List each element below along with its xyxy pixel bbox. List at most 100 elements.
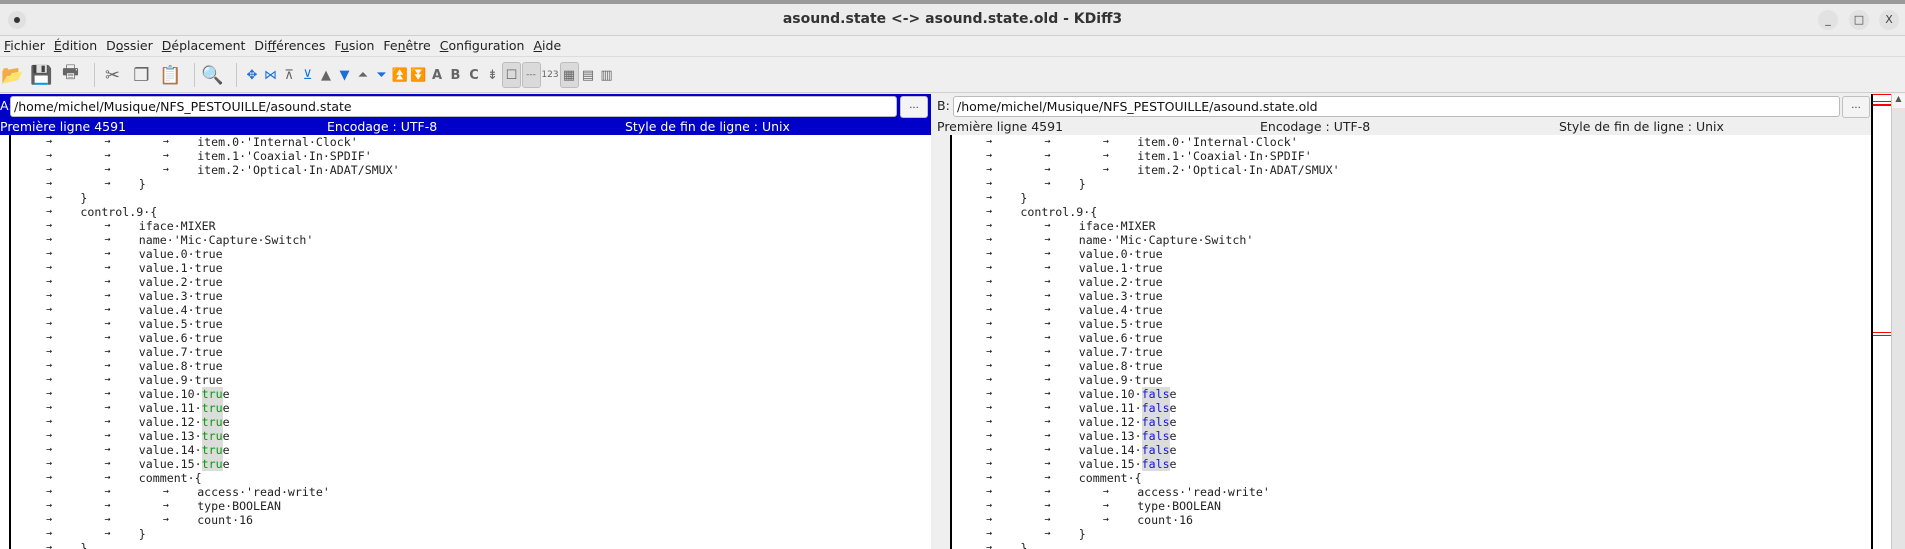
- code-line: → → → item.1·'Coaxial·In·SPDIF': [0, 149, 931, 163]
- window-title: asound.state <-> asound.state.old - KDif…: [782, 11, 1123, 27]
- menu-configuration[interactable]: Configuration: [436, 36, 530, 56]
- cut-icon[interactable]: ✂: [101, 62, 124, 88]
- tab-marker-icon: →: [1102, 136, 1109, 147]
- tab-marker-icon: →: [986, 472, 993, 483]
- prev-unsolved-conflict-icon[interactable]: ⏫: [391, 62, 409, 88]
- tab-marker-icon: →: [104, 234, 111, 245]
- tab-marker-icon: →: [986, 290, 993, 301]
- pane-a-text[interactable]: → → → item.0·'Internal·Clock' → → → item.1·'Coa…: [0, 135, 931, 549]
- line-numbers-icon[interactable]: 123: [541, 62, 559, 88]
- paste-icon[interactable]: 📋: [159, 62, 182, 88]
- tab-marker-icon: →: [46, 430, 53, 441]
- code-line: → → → item.0·'Internal·Clock': [0, 135, 931, 149]
- tab-marker-icon: →: [162, 150, 169, 161]
- next-conflict-icon[interactable]: ⏷: [373, 62, 391, 88]
- copy-icon[interactable]: ❐: [130, 62, 153, 88]
- tab-marker-icon: →: [986, 220, 993, 231]
- changed-text: fals: [1141, 429, 1170, 443]
- pane-a-browse-button[interactable]: ...: [900, 96, 928, 118]
- go-top-icon[interactable]: ⊼: [280, 62, 298, 88]
- open-icon[interactable]: 📂: [1, 62, 24, 88]
- line-text: value.8·true: [139, 359, 223, 373]
- menu-déplacement[interactable]: Déplacement: [158, 36, 251, 56]
- save-icon[interactable]: 💾: [30, 62, 53, 88]
- tab-marker-icon: →: [162, 164, 169, 175]
- tab-marker-icon: →: [104, 332, 111, 343]
- line-text-content: control.9·{: [80, 205, 158, 219]
- menu-label-part: férences: [276, 38, 326, 53]
- line-text: value.10·true: [139, 387, 230, 401]
- tab-marker-icon: →: [1102, 486, 1109, 497]
- pane-b-browse-button[interactable]: ...: [1842, 96, 1870, 118]
- go-current-conflict-icon[interactable]: ⋈: [262, 62, 280, 88]
- line-text: value.6·true: [1079, 331, 1163, 345]
- overview-marker: [1873, 335, 1891, 336]
- line-text-content: item.0·'Internal·Clock': [1137, 135, 1298, 149]
- scroll-up-icon[interactable]: ▲: [1892, 94, 1905, 108]
- tab-marker-icon: →: [46, 416, 53, 427]
- go-bottom-icon[interactable]: ⊻: [299, 62, 317, 88]
- code-line: → → → type·BOOLEAN: [950, 499, 1871, 513]
- tab-marker-icon: →: [986, 332, 993, 343]
- line-text-rest: e: [222, 401, 230, 415]
- tab-marker-icon: →: [46, 472, 53, 483]
- show-whitespace-chars-icon[interactable]: ---: [521, 62, 541, 88]
- menu-fichier[interactable]: Fichier: [0, 36, 50, 56]
- changed-text: fals: [1141, 387, 1170, 401]
- menu-différences[interactable]: Différences: [250, 36, 330, 56]
- go-current-delta-icon[interactable]: ✥: [243, 62, 261, 88]
- prev-conflict-icon[interactable]: ⏶: [354, 62, 372, 88]
- menu-édition[interactable]: Édition: [50, 36, 102, 56]
- window-split-alt-icon[interactable]: ▥: [598, 62, 616, 88]
- tab-marker-icon: →: [104, 304, 111, 315]
- line-text: }: [1020, 541, 1027, 549]
- prev-delta-icon[interactable]: ▲: [317, 62, 335, 88]
- line-text: comment·{: [139, 471, 202, 485]
- pane-a-path-input[interactable]: /home/michel/Musique/NFS_PESTOUILLE/asou…: [10, 96, 897, 117]
- pane-a-status: Première ligne 4591 Encodage : UTF-8 Sty…: [0, 119, 931, 135]
- maximize-button[interactable]: □: [1849, 10, 1869, 30]
- vertical-scrollbar[interactable]: ▲: [1891, 94, 1905, 549]
- diff-overview[interactable]: [1871, 94, 1891, 549]
- pane-b-text[interactable]: → → → item.0·'Internal·Clock' → → → item.1·'Coa…: [950, 135, 1871, 549]
- line-text-content: }: [1078, 527, 1086, 541]
- menu-dossier[interactable]: Dossier: [102, 36, 158, 56]
- print-icon[interactable]: 🖶: [59, 62, 82, 88]
- line-text: count·16: [1137, 513, 1193, 527]
- next-unsolved-conflict-icon[interactable]: ⏬: [410, 62, 428, 88]
- line-text-content: }: [80, 191, 88, 205]
- tab-marker-icon: →: [1044, 164, 1051, 175]
- tab-marker-icon: →: [1044, 416, 1051, 427]
- tab-marker-icon: →: [104, 346, 111, 357]
- show-whitespace-icon[interactable]: ☐: [502, 62, 521, 88]
- minimize-button[interactable]: _: [1818, 10, 1838, 30]
- next-delta-icon[interactable]: ▼: [336, 62, 354, 88]
- select-a-icon[interactable]: A: [428, 62, 446, 88]
- line-text-content: value.13·: [138, 429, 202, 443]
- code-line: → → → item.0·'Internal·Clock': [950, 135, 1871, 149]
- menu-fusion[interactable]: Fusion: [330, 36, 379, 56]
- select-b-icon[interactable]: B: [447, 62, 465, 88]
- menu-aide[interactable]: Aide: [529, 36, 566, 56]
- tab-marker-icon: →: [1044, 430, 1051, 441]
- select-c-icon[interactable]: C: [465, 62, 483, 88]
- tab-marker-icon: →: [46, 486, 53, 497]
- line-text: value.12·true: [139, 415, 230, 429]
- close-button[interactable]: X: [1879, 10, 1899, 30]
- pane-a-eol: Style de fin de ligne : Unix: [625, 119, 790, 134]
- tab-marker-icon: →: [1044, 136, 1051, 147]
- line-text: item.2·'Optical·In·ADAT/SMUX': [1137, 163, 1339, 177]
- search-icon[interactable]: 🔍: [201, 62, 224, 88]
- line-text: value.13·true: [139, 429, 230, 443]
- window-split-icon[interactable]: ▤: [579, 62, 597, 88]
- tab-marker-icon: →: [986, 304, 993, 315]
- line-text: }: [80, 191, 87, 205]
- menu-label-part: Di: [254, 38, 268, 53]
- line-text-rest: e: [222, 429, 230, 443]
- window-layout-icon[interactable]: ▦: [559, 62, 579, 88]
- pane-b-path-input[interactable]: /home/michel/Musique/NFS_PESTOUILLE/asou…: [953, 96, 1840, 117]
- auto-advance-icon[interactable]: ⇟: [484, 62, 502, 88]
- menu-fenêtre[interactable]: Fenêtre: [379, 36, 435, 56]
- menu-label-part: D: [161, 38, 172, 53]
- code-line: →}: [0, 191, 931, 205]
